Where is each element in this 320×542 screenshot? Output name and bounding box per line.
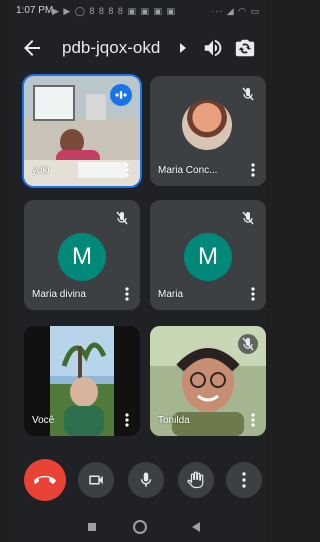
speaking-indicator-icon	[110, 84, 132, 106]
system-nav-bar	[10, 516, 266, 542]
status-bar: 1:07 PM ▶ ▶ ◯ 8 8 8 8 ▣ ▣ ▣ ▣ ··· ◢ ◠ ▭	[10, 0, 266, 22]
speaker-icon[interactable]	[202, 37, 224, 59]
more-vert-icon[interactable]	[122, 162, 132, 178]
participant-tile-yuki[interactable]: yuki	[24, 76, 140, 186]
end-call-icon	[34, 475, 56, 484]
microphone-icon	[140, 472, 152, 487]
video-camera-icon	[89, 475, 103, 485]
end-call-button[interactable]	[24, 459, 66, 501]
more-vert-icon[interactable]	[122, 286, 132, 302]
caret-right-icon[interactable]	[177, 41, 189, 55]
more-vert-icon[interactable]	[122, 412, 132, 428]
back-triangle-icon[interactable]	[190, 521, 202, 533]
back-arrow-icon[interactable]	[20, 36, 44, 60]
mic-off-icon	[238, 84, 258, 104]
meeting-code[interactable]: pdb-jqox-okd	[62, 38, 160, 58]
recents-square-icon[interactable]	[86, 521, 98, 533]
camera-toggle-button[interactable]	[78, 462, 114, 498]
meet-screen: 1:07 PM ▶ ▶ ◯ 8 8 8 8 ▣ ▣ ▣ ▣ ··· ◢ ◠ ▭ …	[10, 0, 266, 542]
participant-tile-tonilda[interactable]: Tonilda	[150, 326, 266, 436]
mic-off-icon	[238, 208, 258, 228]
participant-name: Você	[32, 415, 55, 426]
system-icons: ··· ◢ ◠ ▭	[211, 6, 260, 16]
participant-tile-maria-divina[interactable]: M Maria divina	[24, 200, 140, 310]
more-vert-icon[interactable]	[248, 412, 258, 428]
participant-name: Maria Conc...	[158, 165, 218, 176]
participant-name: Maria	[158, 289, 184, 300]
more-vert-icon[interactable]	[248, 162, 258, 178]
status-time: 1:07 PM	[16, 5, 54, 16]
microphone-toggle-button[interactable]	[128, 462, 164, 498]
more-vert-icon	[242, 472, 246, 488]
initial-avatar: M	[184, 233, 232, 281]
initial-avatar: M	[58, 233, 106, 281]
participant-name: yuki	[32, 165, 50, 176]
switch-camera-icon[interactable]	[234, 37, 256, 59]
more-vert-icon[interactable]	[248, 286, 258, 302]
top-bar: pdb-jqox-okd	[10, 28, 266, 68]
participant-tile-maria[interactable]: M Maria	[150, 200, 266, 310]
raise-hand-button[interactable]	[178, 462, 214, 498]
call-controls	[10, 459, 266, 502]
mic-off-icon	[112, 208, 132, 228]
notification-icons: ▶ ▶ ◯ 8 8 8 8 ▣ ▣ ▣ ▣	[52, 6, 176, 16]
participant-photo-avatar	[182, 100, 232, 150]
participant-name: Tonilda	[158, 415, 190, 426]
mic-off-icon	[238, 334, 258, 354]
home-circle-icon[interactable]	[132, 519, 148, 535]
participant-tile-maria-conc[interactable]: Maria Conc...	[150, 76, 266, 186]
participant-tile-self[interactable]: Você	[24, 326, 140, 436]
participant-name: Maria divina	[32, 289, 86, 300]
raise-hand-icon	[187, 471, 204, 489]
more-options-button[interactable]	[226, 462, 262, 498]
